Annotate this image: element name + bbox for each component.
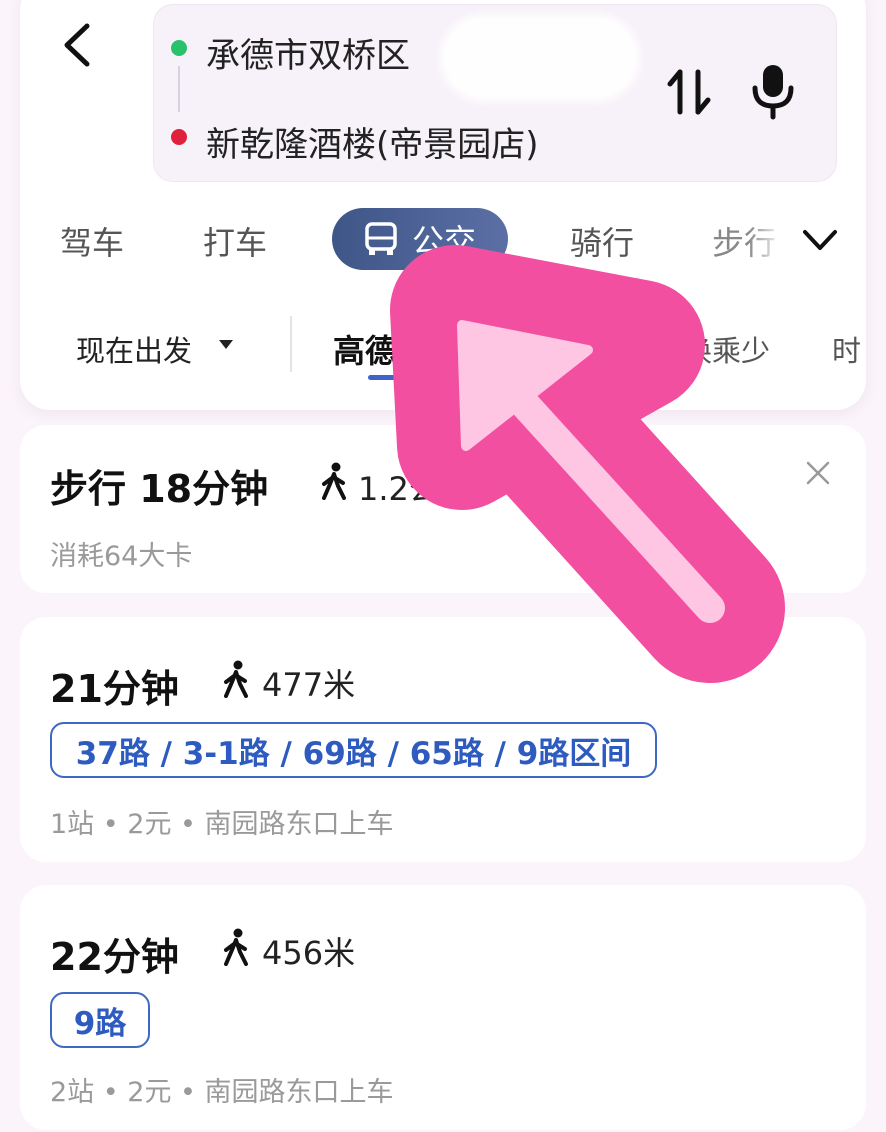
tab-bus-label: 公交 [411, 222, 476, 260]
tab-drive[interactable]: 驾车 [60, 218, 124, 264]
caret-down-icon [219, 340, 233, 349]
walk-option-distance: 1.2公 [358, 470, 441, 508]
filter-recommended[interactable]: 高德 [333, 326, 397, 372]
route-duration: 21分钟 [50, 667, 179, 711]
origin-dot-icon [171, 40, 187, 56]
microphone-icon[interactable] [750, 62, 796, 120]
route-details: 1站 • 2元 • 南园路东口上车 [50, 809, 394, 840]
walking-person-icon [322, 462, 346, 500]
route-walk-distance: 477米 [262, 666, 356, 704]
filter-less-transfer[interactable]: 换乘少 [683, 328, 770, 370]
filter-time[interactable]: 时 [832, 328, 861, 370]
tab-bus[interactable]: 公交 [332, 208, 508, 270]
destination-field[interactable]: 新乾隆酒楼(帝景园店) [206, 117, 539, 166]
walk-option-title: 步行 18分钟 [50, 467, 269, 511]
walk-option-calories: 消耗64大卡 [50, 541, 193, 572]
tab-taxi[interactable]: 打车 [203, 218, 267, 264]
walking-person-icon [224, 660, 248, 698]
bus-lines-tag: 37路 / 3-1路 / 69路 / 65路 / 9路区间 [50, 722, 657, 778]
chevron-down-icon[interactable] [800, 222, 840, 258]
route-duration: 22分钟 [50, 935, 179, 979]
filter-divider [290, 316, 292, 372]
origin-field[interactable]: 承德市双桥区 [206, 28, 410, 77]
redacted-area [440, 14, 640, 102]
back-arrow-icon[interactable] [55, 20, 105, 70]
destination-dot-icon [171, 129, 187, 145]
tab-scroll-fade [748, 210, 798, 266]
bus-icon [365, 222, 397, 255]
swap-direction-icon[interactable] [665, 66, 713, 118]
route-walk-distance: 456米 [262, 934, 356, 972]
walking-person-icon [224, 928, 248, 966]
departure-time-dropdown[interactable]: 现在出发 [76, 328, 192, 370]
filter-active-indicator [368, 375, 416, 380]
route-connector-line [178, 66, 180, 112]
bus-lines-tag: 9路 [50, 992, 150, 1048]
tab-bike[interactable]: 骑行 [570, 218, 634, 264]
close-icon[interactable] [806, 461, 830, 485]
route-details: 2站 • 2元 • 南园路东口上车 [50, 1077, 394, 1108]
